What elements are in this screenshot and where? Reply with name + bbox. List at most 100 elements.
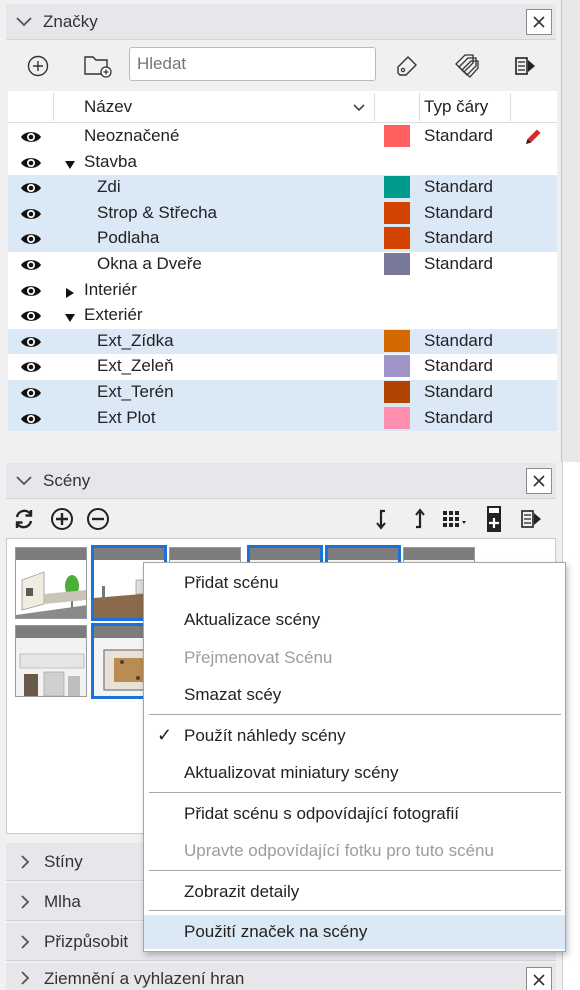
tag-name[interactable]: Exteriér xyxy=(84,305,143,325)
close-icon[interactable] xyxy=(526,9,552,35)
tag-name[interactable]: Ext_Terén xyxy=(97,382,174,402)
tag-color-swatch[interactable] xyxy=(384,355,410,378)
add-tag-folder-icon[interactable] xyxy=(82,52,114,80)
tag-row[interactable]: Interiér xyxy=(8,278,557,304)
menu-item-delete-scenes[interactable]: Smazat scéy xyxy=(144,678,565,712)
tag-row[interactable]: Stavba xyxy=(8,150,557,176)
tag-color-swatch[interactable] xyxy=(384,381,410,403)
column-header-name[interactable]: Název xyxy=(84,97,132,117)
tag-name[interactable]: Neoznačené xyxy=(84,126,179,146)
menu-item-update-thumbnails[interactable]: Aktualizovat miniatury scény xyxy=(144,756,565,790)
eye-icon[interactable] xyxy=(20,155,42,171)
eye-icon[interactable] xyxy=(20,206,42,222)
tag-row[interactable]: Zdi Standard xyxy=(8,175,557,201)
menu-item-update-scene[interactable]: Aktualizace scény xyxy=(144,603,565,637)
tag-name[interactable]: Podlaha xyxy=(97,228,159,248)
tag-row[interactable]: Ext_Zeleň Standard xyxy=(8,354,557,380)
tag-tool-icon[interactable] xyxy=(393,52,421,80)
tag-line-type[interactable]: Standard xyxy=(424,177,493,197)
tag-row[interactable]: Okna a Dveře Standard xyxy=(8,252,557,278)
menu-separator xyxy=(149,870,561,871)
column-header-line-type[interactable]: Typ čáry xyxy=(424,97,488,117)
tag-color-swatch[interactable] xyxy=(384,176,410,199)
tag-line-type[interactable]: Standard xyxy=(424,356,493,376)
tag-name[interactable]: Ext_Zeleň xyxy=(97,356,174,376)
tag-row[interactable]: Ext Plot Standard xyxy=(8,405,557,432)
tag-line-type[interactable]: Standard xyxy=(424,408,493,428)
chevron-right-icon[interactable] xyxy=(16,933,34,951)
sort-chevron-icon[interactable] xyxy=(352,100,366,118)
eye-icon[interactable] xyxy=(20,257,42,273)
tags-panel-header[interactable]: Značky xyxy=(6,4,556,40)
eye-icon[interactable] xyxy=(20,411,42,427)
refresh-icon[interactable] xyxy=(12,507,36,531)
tag-line-type[interactable]: Standard xyxy=(424,254,493,274)
eye-icon[interactable] xyxy=(20,385,42,401)
add-scene-icon[interactable] xyxy=(50,507,74,531)
eye-icon[interactable] xyxy=(20,283,42,299)
tag-name[interactable]: Stavba xyxy=(84,152,137,172)
menu-item-edit-matched-photo: Upravte odpovídající fotku pro tuto scén… xyxy=(184,841,494,860)
details-arrow-icon[interactable] xyxy=(518,507,544,531)
panel-header-soften-edges[interactable]: Ziemnění a vyhlazení hran xyxy=(6,963,556,990)
triangle-down-icon[interactable] xyxy=(65,157,75,169)
chevron-right-icon[interactable] xyxy=(16,853,34,871)
scene-thumbnail[interactable] xyxy=(15,547,87,619)
tag-color-swatch[interactable] xyxy=(384,406,410,429)
close-icon[interactable] xyxy=(526,967,552,990)
tag-name[interactable]: Zdi xyxy=(97,177,121,197)
tag-name[interactable]: Ext_Zídka xyxy=(97,331,174,351)
tag-color-swatch[interactable] xyxy=(384,201,410,224)
tag-name[interactable]: Strop & Střecha xyxy=(97,203,217,223)
menu-item-add-scene[interactable]: Přidat scénu xyxy=(144,566,565,600)
tag-color-swatch[interactable] xyxy=(384,253,410,275)
menu-item-apply-tags-to-scenes[interactable]: Použití značek na scény xyxy=(144,915,565,949)
chevron-right-icon[interactable] xyxy=(16,893,34,911)
tag-line-type[interactable]: Standard xyxy=(424,382,493,402)
tag-color-swatch[interactable] xyxy=(384,329,410,352)
tag-line-type[interactable]: Standard xyxy=(424,331,493,351)
chevron-down-icon[interactable] xyxy=(14,12,34,32)
add-tag-icon[interactable] xyxy=(26,54,50,78)
tag-row[interactable]: Exteriér xyxy=(8,303,557,329)
move-scene-down-icon[interactable] xyxy=(372,507,392,531)
triangle-right-icon[interactable] xyxy=(65,285,75,298)
chevron-right-icon[interactable] xyxy=(16,969,34,987)
eye-icon[interactable] xyxy=(20,231,42,247)
remove-scene-icon[interactable] xyxy=(86,507,110,531)
tag-row[interactable]: Podlaha Standard xyxy=(8,226,557,252)
tag-name[interactable]: Ext Plot xyxy=(97,408,156,428)
tag-row[interactable]: Ext_Terén Standard xyxy=(8,380,557,406)
tag-row[interactable]: Strop & Střecha Standard xyxy=(8,200,557,227)
tag-line-type[interactable]: Standard xyxy=(424,203,493,223)
add-scene-page-icon[interactable] xyxy=(483,504,505,534)
panel-title: Přizpůsobit xyxy=(44,931,129,951)
menu-item-add-scene-with-photo[interactable]: Přidat scénu s odpovídající fotografií xyxy=(144,797,565,831)
scenes-panel-header[interactable]: Scény xyxy=(6,463,556,499)
tag-name[interactable]: Interiér xyxy=(84,280,137,300)
color-by-tag-icon[interactable] xyxy=(452,51,482,81)
close-icon[interactable] xyxy=(526,468,552,494)
active-tag-pencil-icon[interactable] xyxy=(523,127,543,147)
eye-icon[interactable] xyxy=(20,359,42,375)
eye-icon[interactable] xyxy=(20,334,42,350)
menu-item-use-scene-thumbnails[interactable]: ✓ Použít náhledy scény xyxy=(144,719,565,753)
move-scene-up-icon[interactable] xyxy=(409,507,429,531)
tag-color-swatch[interactable] xyxy=(384,227,410,250)
tag-row[interactable]: Neoznačené Standard xyxy=(8,124,557,150)
details-arrow-icon[interactable] xyxy=(512,54,538,78)
triangle-down-icon[interactable] xyxy=(65,310,75,323)
eye-icon[interactable] xyxy=(20,308,42,324)
menu-item-show-details[interactable]: Zobrazit detaily xyxy=(144,875,565,909)
eye-icon[interactable] xyxy=(20,180,42,196)
view-options-icon[interactable] xyxy=(440,507,472,531)
eye-icon[interactable] xyxy=(20,129,42,145)
chevron-down-icon[interactable] xyxy=(14,471,34,491)
tag-line-type[interactable]: Standard xyxy=(424,228,493,248)
tag-name[interactable]: Okna a Dveře xyxy=(97,254,202,274)
tag-color-swatch[interactable] xyxy=(384,125,410,147)
tag-line-type[interactable]: Standard xyxy=(424,126,493,146)
search-input[interactable] xyxy=(129,47,376,81)
scene-thumbnail[interactable] xyxy=(15,625,87,697)
tag-row[interactable]: Ext_Zídka Standard xyxy=(8,328,557,355)
